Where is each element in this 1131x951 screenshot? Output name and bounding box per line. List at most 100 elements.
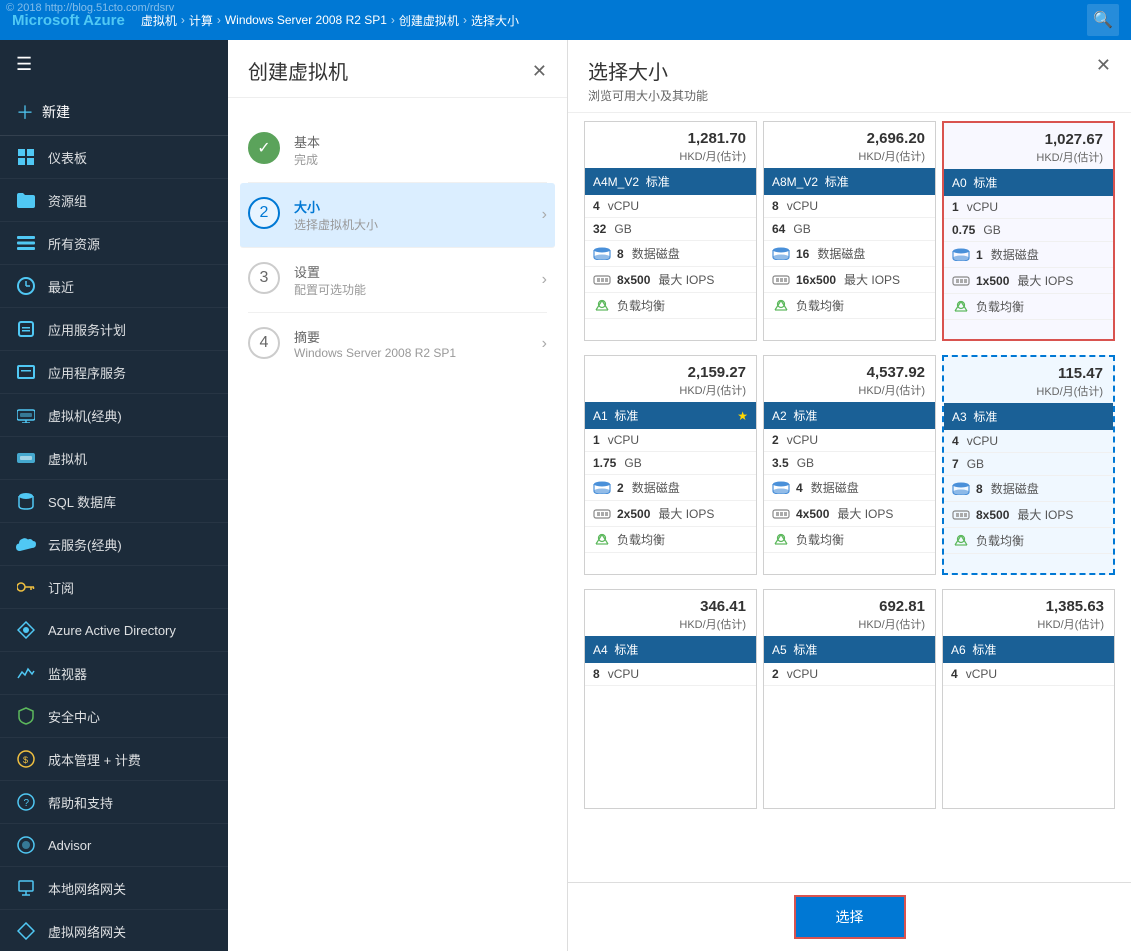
main-content: 创建虚拟机 ✕ ✓ 基本 完成 2 大小 选择虚拟机大小 [228, 40, 1131, 951]
vm-card-a3[interactable]: 115.47HKD/月(估计) A3 标准 4 vCPU 7 GB 8 数据磁盘… [942, 355, 1115, 575]
sidebar-item-vnet-gw[interactable]: 虚拟网络网关 [0, 910, 228, 951]
vm-vcpu-row-a0: 1 vCPU [944, 196, 1113, 219]
sidebar-item-monitor[interactable]: 监视器 [0, 652, 228, 695]
sidebar-label-vm-classic: 虚拟机(经典) [48, 406, 122, 425]
lb-icon-a8m-v2 [772, 299, 790, 313]
sidebar-item-aad[interactable]: Azure Active Directory [0, 609, 228, 652]
sidebar-item-recent[interactable]: 最近 [0, 265, 228, 308]
step-1-label: 基本 [294, 132, 547, 151]
vm-card-a5[interactable]: 692.81HKD/月(估计) A5 标准 2 vCPU [763, 589, 936, 809]
hamburger-button[interactable]: ☰ [0, 40, 228, 89]
bc-5[interactable]: 选择大小 [471, 12, 519, 29]
sidebar-item-dashboard[interactable]: 仪表板 [0, 136, 228, 179]
vm-card-a6[interactable]: 1,385.63HKD/月(估计) A6 标准 4 vCPU [942, 589, 1115, 809]
vm-card-a0[interactable]: 1,027.67HKD/月(估计) A0 标准 1 vCPU 0.75 GB 1… [942, 121, 1115, 341]
key-icon [16, 577, 36, 597]
vm-ram-row-a2: 3.5 GB [764, 452, 935, 475]
search-button[interactable]: 🔍 [1087, 4, 1119, 36]
vm-disk-row-a0: 1 数据磁盘 [944, 242, 1113, 268]
vm-name-a2: A2 标准 [772, 407, 817, 424]
lb-icon-a4m-v2 [593, 299, 611, 313]
step-3-number: 3 [248, 262, 280, 294]
sidebar-item-cloud-classic[interactable]: 云服务(经典) [0, 523, 228, 566]
vm-iops-row-a1: 2x500 最大 IOPS [585, 501, 756, 527]
sidebar-item-resource-group[interactable]: 资源组 [0, 179, 228, 222]
sidebar-item-sql[interactable]: SQL 数据库 [0, 480, 228, 523]
sidebar-item-all-resources[interactable]: 所有资源 [0, 222, 228, 265]
wizard-step-3[interactable]: 3 设置 配置可选功能 › [248, 248, 547, 313]
sidebar: ☰ ＋ 新建 仪表板 资源组 所有资源 最近 [0, 40, 228, 951]
security-icon [16, 706, 36, 726]
vm-ram-row-a3: 7 GB [944, 453, 1113, 476]
vm-name-bar-a1: A1 标准 ★ [585, 402, 756, 429]
sidebar-label-local-gw: 本地网络网关 [48, 879, 126, 898]
sidebar-label-all-resources: 所有资源 [48, 234, 100, 253]
panel-footer: 选择 [568, 882, 1131, 951]
sidebar-item-app-service-plan[interactable]: 应用服务计划 [0, 308, 228, 351]
wizard-step-1[interactable]: ✓ 基本 完成 [248, 118, 547, 183]
vm-card-a2[interactable]: 4,537.92HKD/月(估计) A2 标准 2 vCPU 3.5 GB 4 … [763, 355, 936, 575]
vm-card-a1[interactable]: 2,159.27HKD/月(估计) A1 标准 ★ 1 vCPU 1.75 GB… [584, 355, 757, 575]
monitor-icon [16, 663, 36, 683]
vm-lb-row-a2: 负载均衡 [764, 527, 935, 553]
cost-icon: $ [16, 749, 36, 769]
sidebar-item-help[interactable]: ? 帮助和支持 [0, 781, 228, 824]
vm-icon [16, 448, 36, 468]
vm-lb-row-a8m-v2: 负载均衡 [764, 293, 935, 319]
create-panel-close-button[interactable]: ✕ [532, 62, 547, 80]
disk-icon-a0 [952, 248, 970, 262]
vm-disk-row-a1: 2 数据磁盘 [585, 475, 756, 501]
vm-name-bar-a3: A3 标准 [944, 403, 1113, 430]
topbar: © 2018 http://blog.51cto.com/rdsrv Micro… [0, 0, 1131, 40]
lb-icon-a1 [593, 533, 611, 547]
sidebar-item-vm-classic[interactable]: 虚拟机(经典) [0, 394, 228, 437]
sidebar-item-app-service[interactable]: 应用程序服务 [0, 351, 228, 394]
sidebar-item-local-gw[interactable]: 本地网络网关 [0, 867, 228, 910]
sidebar-item-cost[interactable]: $ 成本管理 + 计费 [0, 738, 228, 781]
sidebar-item-advisor[interactable]: Advisor [0, 824, 228, 867]
step-2-arrow-icon: › [542, 206, 547, 224]
vm-iops-row-a4m-v2: 8x500 最大 IOPS [585, 267, 756, 293]
disk-icon-a8m-v2 [772, 247, 790, 261]
select-panel-close-button[interactable]: ✕ [1096, 56, 1111, 74]
vm-vcpu-row-a4: 8 vCPU [585, 663, 756, 686]
lb-icon-a0 [952, 300, 970, 314]
vm-card-a8m-v2[interactable]: 2,696.20HKD/月(估计) A8M_V2 标准 8 vCPU 64 GB… [763, 121, 936, 341]
sidebar-item-subscription[interactable]: 订阅 [0, 566, 228, 609]
svg-text:$: $ [23, 755, 28, 765]
vm-card-a4m-v2[interactable]: 1,281.70HKD/月(估计) A4M_V2 标准 4 vCPU 32 GB… [584, 121, 757, 341]
step-2-number: 2 [248, 197, 280, 229]
sidebar-item-vm[interactable]: 虚拟机 [0, 437, 228, 480]
vm-card-a4[interactable]: 346.41HKD/月(估计) A4 标准 8 vCPU [584, 589, 757, 809]
new-button[interactable]: ＋ 新建 [0, 89, 228, 136]
vm-disk-row-a4m-v2: 8 数据磁盘 [585, 241, 756, 267]
wizard-step-4[interactable]: 4 摘要 Windows Server 2008 R2 SP1 › [248, 313, 547, 374]
step-1-number: ✓ [248, 132, 280, 164]
vm-name-a3: A3 标准 [952, 408, 997, 425]
vm-vcpu-row-a8m-v2: 8 vCPU [764, 195, 935, 218]
clock-icon [16, 276, 36, 296]
sidebar-label-app-service: 应用程序服务 [48, 363, 126, 382]
step-2-info: 大小 选择虚拟机大小 [294, 197, 528, 233]
bc-4[interactable]: 创建虚拟机 [399, 12, 459, 29]
iops-icon-a2 [772, 507, 790, 521]
vm-name-bar-a0: A0 标准 [944, 169, 1113, 196]
select-button[interactable]: 选择 [794, 895, 906, 939]
iops-icon-a1 [593, 507, 611, 521]
sidebar-item-security[interactable]: 安全中心 [0, 695, 228, 738]
vm-name-a1: A1 标准 [593, 407, 638, 424]
wizard-step-2[interactable]: 2 大小 选择虚拟机大小 › [240, 183, 555, 248]
sidebar-label-sql: SQL 数据库 [48, 492, 116, 511]
vm-name-a8m-v2: A8M_V2 标准 [772, 173, 849, 190]
create-panel-title: 创建虚拟机 [248, 56, 348, 85]
step-4-label: 摘要 [294, 327, 528, 346]
bc-2[interactable]: 计算 [189, 12, 213, 29]
bc-3[interactable]: Windows Server 2008 R2 SP1 [225, 13, 387, 27]
iops-icon-a0 [952, 274, 970, 288]
svg-text:?: ? [24, 798, 30, 809]
sidebar-label-resource-group: 资源组 [48, 191, 87, 210]
sidebar-label-cloud-classic: 云服务(经典) [48, 535, 122, 554]
sidebar-label-app-service-plan: 应用服务计划 [48, 320, 126, 339]
vm-classic-icon [16, 405, 36, 425]
sql-icon [16, 491, 36, 511]
